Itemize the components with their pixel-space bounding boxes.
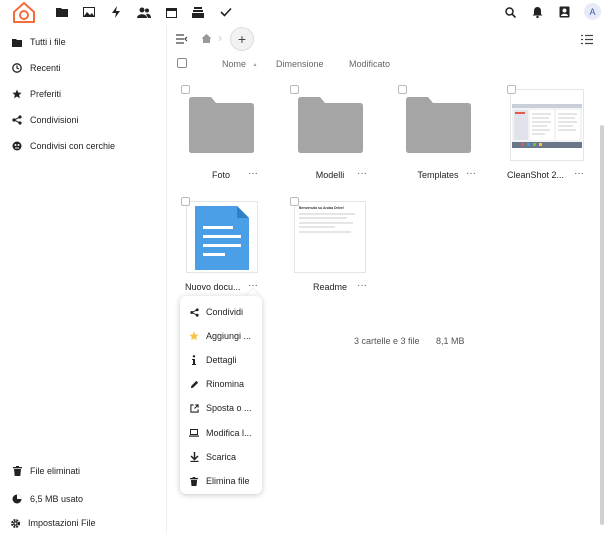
share-icon: [10, 113, 24, 127]
file-actions-menu: [180, 296, 262, 494]
sidebar-item-recent[interactable]: Recenti: [10, 60, 61, 76]
deck-icon[interactable]: [191, 5, 205, 19]
text-file-thumbnail[interactable]: Benvenuto su Aruba Drive!: [294, 201, 366, 273]
file-checkbox[interactable]: [507, 85, 516, 94]
sidebar-item-all-files[interactable]: Tutti i file: [10, 34, 66, 50]
sort-arrow-icon: ▲: [252, 61, 258, 68]
quota-usage[interactable]: 6,5 MB usato: [10, 491, 83, 507]
file-name[interactable]: CleanShot 2...: [507, 170, 567, 180]
toggle-sidebar-icon[interactable]: [176, 33, 188, 45]
sort-by-name[interactable]: Nome ▲: [222, 59, 257, 69]
folder-summary-size: 8,1 MB: [436, 336, 465, 346]
image-thumbnail[interactable]: [510, 89, 584, 161]
user-avatar[interactable]: A: [584, 3, 601, 20]
sort-by-modified[interactable]: Modificato: [349, 59, 390, 69]
pie-chart-icon: [10, 492, 24, 506]
notifications-icon[interactable]: [530, 5, 544, 19]
laptop-icon: [188, 427, 200, 439]
file-actions-button[interactable]: ···: [357, 168, 367, 179]
quota-text: 6,5 MB usato: [30, 494, 84, 504]
list-view-icon[interactable]: [581, 34, 593, 45]
tasks-icon[interactable]: [219, 5, 233, 19]
file-settings[interactable]: Impostazioni File: [8, 515, 96, 531]
search-icon[interactable]: [503, 5, 517, 19]
document-thumbnail[interactable]: [186, 201, 258, 273]
menu-item-add-favorite[interactable]: Aggiungi ...: [188, 329, 251, 343]
folder-summary-count: 3 cartelle e 3 file: [354, 336, 420, 346]
file-actions-button[interactable]: ···: [357, 280, 367, 291]
menu-item-move-copy[interactable]: Sposta o ...: [188, 401, 252, 415]
sidebar-item-label: Condivisi con cerchie: [30, 141, 116, 151]
settings-label: Impostazioni File: [28, 518, 96, 528]
trash-icon: [10, 464, 24, 478]
files-icon[interactable]: [55, 5, 69, 19]
menu-item-download[interactable]: Scarica: [188, 450, 236, 464]
menu-item-share[interactable]: Condividi: [188, 305, 243, 319]
folder-thumbnail-icon[interactable]: [298, 97, 363, 155]
photos-icon[interactable]: [82, 5, 96, 19]
clock-icon: [10, 61, 24, 75]
sidebar-item-circles[interactable]: Condivisi con cerchie: [10, 138, 115, 154]
activity-icon[interactable]: [109, 5, 123, 19]
contacts-menu-icon[interactable]: [557, 5, 571, 19]
file-checkbox[interactable]: [290, 85, 299, 94]
top-bar: A: [0, 0, 610, 24]
sidebar-item-label: Condivisioni: [30, 115, 79, 125]
menu-item-details[interactable]: Dettagli: [188, 353, 237, 367]
file-actions-button[interactable]: ···: [248, 168, 258, 179]
file-name[interactable]: Nuovo docu...: [185, 282, 245, 292]
scrollbar[interactable]: [600, 125, 604, 525]
plus-icon: +: [237, 31, 247, 47]
download-icon: [188, 451, 200, 463]
contacts-icon[interactable]: [137, 5, 151, 19]
file-checkbox[interactable]: [290, 197, 299, 206]
file-checkbox[interactable]: [181, 85, 190, 94]
sidebar-item-label: Preferiti: [30, 89, 62, 99]
sidebar-item-label: Recenti: [30, 63, 61, 73]
sidebar-item-label: Tutti i file: [30, 37, 66, 47]
info-icon: [188, 354, 200, 366]
breadcrumb-separator: ›: [218, 31, 222, 45]
new-file-button[interactable]: +: [230, 27, 254, 51]
menu-item-rename[interactable]: Rinomina: [188, 377, 244, 391]
home-icon[interactable]: [201, 33, 213, 45]
aruba-drive-logo-icon[interactable]: [10, 0, 38, 24]
select-all-checkbox[interactable]: [177, 58, 187, 68]
menu-item-edit-locally[interactable]: Modifica l...: [188, 426, 252, 440]
file-checkbox[interactable]: [181, 197, 190, 206]
calendar-icon[interactable]: [164, 5, 178, 19]
folder-icon: [10, 35, 24, 49]
folder-thumbnail-icon[interactable]: [406, 97, 471, 155]
menu-item-delete[interactable]: Elimina file: [188, 474, 250, 488]
sidebar-item-favorites[interactable]: Preferiti: [10, 86, 61, 102]
gear-icon: [8, 516, 22, 530]
pencil-icon: [188, 378, 200, 390]
circles-icon: [10, 139, 24, 153]
folder-thumbnail-icon[interactable]: [189, 97, 254, 155]
trash-icon: [188, 475, 200, 487]
sidebar-item-deleted-files[interactable]: File eliminati: [10, 463, 80, 479]
sidebar-item-shares[interactable]: Condivisioni: [10, 112, 79, 128]
file-actions-button[interactable]: ···: [574, 168, 584, 179]
sort-by-size[interactable]: Dimensione: [276, 59, 324, 69]
star-icon: [188, 330, 200, 342]
share-icon: [188, 306, 200, 318]
file-checkbox[interactable]: [398, 85, 407, 94]
sidebar-item-label: File eliminati: [30, 466, 81, 476]
move-icon: [188, 402, 200, 414]
file-actions-button[interactable]: ···: [466, 168, 476, 179]
star-icon: [10, 87, 24, 101]
